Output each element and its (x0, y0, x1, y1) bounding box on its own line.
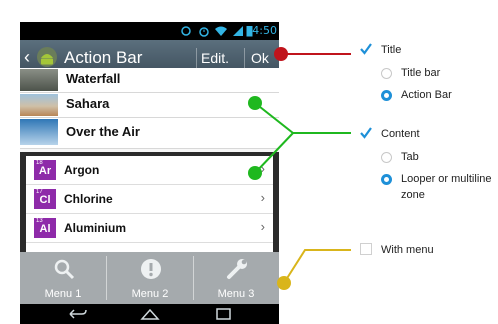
callout-dot-content (248, 166, 262, 180)
callout-dot-menu (277, 276, 291, 290)
with-menu-label: With menu (381, 244, 434, 256)
callout-dot-content (248, 96, 262, 110)
tab-radio[interactable] (381, 152, 392, 163)
with-menu-checkbox[interactable] (360, 243, 372, 255)
action-bar-radio[interactable] (381, 90, 392, 101)
title-checkbox[interactable] (360, 43, 372, 55)
content-option-label: Content (381, 128, 420, 140)
title-bar-radio[interactable] (381, 68, 392, 79)
content-checkbox[interactable] (360, 127, 372, 139)
looper-label-line2: zone (401, 189, 425, 201)
tab-label: Tab (401, 151, 419, 163)
callout-dot-title (274, 47, 288, 61)
action-bar-label: Action Bar (401, 89, 452, 101)
looper-label: Looper or multiline (401, 173, 492, 185)
callout-lines (254, 53, 351, 284)
title-bar-label: Title bar (401, 67, 441, 79)
title-option-label: Title (381, 44, 402, 56)
looper-radio[interactable] (381, 174, 392, 185)
